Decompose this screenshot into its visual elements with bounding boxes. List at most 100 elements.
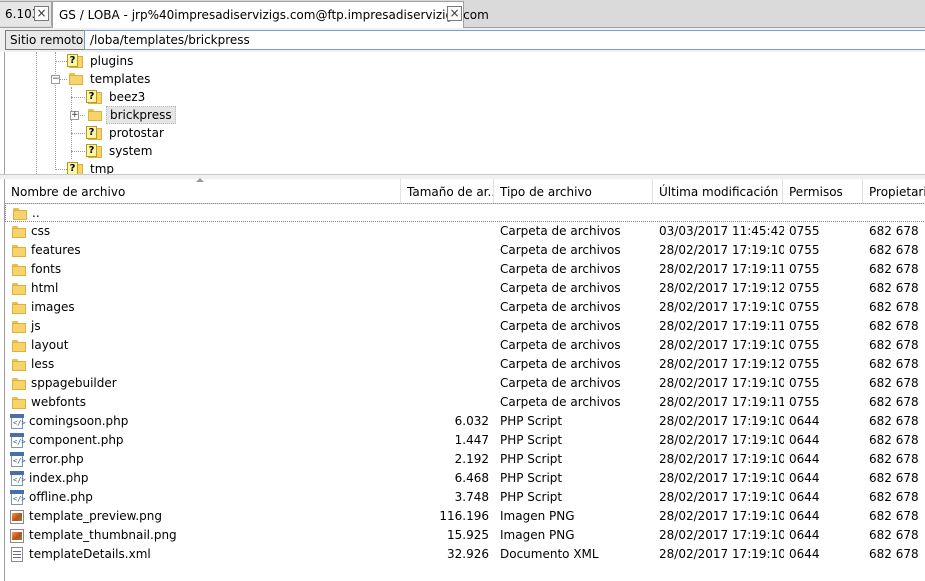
file-size <box>399 298 489 317</box>
file-row[interactable]: fonts Carpeta de archivos 28/02/2017 17:19… <box>5 260 925 279</box>
file-size: 2.192 <box>454 452 489 466</box>
file-owner: 682 678 <box>869 528 919 542</box>
file-modified: 28/02/2017 17:19:11 <box>659 262 784 276</box>
file-row[interactable]: template_thumbnail.png 15.925 Imagen PNG 28… <box>5 526 925 545</box>
tree-item-label: templates <box>90 72 151 86</box>
file-row[interactable]: less Carpeta de archivos 28/02/2017 17:19:… <box>5 355 925 374</box>
tab-site-2[interactable]: GS / LOBA - jrp%40impresadiservizigs.com… <box>52 1 489 28</box>
column-header-size[interactable]: Tamaño de ar... <box>401 179 494 203</box>
file-size <box>399 393 489 412</box>
file-name-label: templateDetails.xml <box>29 547 151 561</box>
file-name: </> component.php <box>9 431 399 450</box>
file-modified: 28/02/2017 17:19:10 <box>659 376 784 390</box>
file-name-label: template_thumbnail.png <box>29 528 177 542</box>
tree-guide-line <box>71 97 85 98</box>
file-name: js <box>9 317 399 336</box>
php-file-icon: </> <box>10 471 26 486</box>
file-type: Carpeta de archivos <box>500 376 621 390</box>
file-size: 6.468 <box>454 471 489 485</box>
xml-file-icon <box>10 547 24 562</box>
folder-icon <box>12 320 26 333</box>
folder-question-icon: ? <box>86 90 102 104</box>
file-row[interactable]: sppagebuilder Carpeta de archivos 28/02/20… <box>5 374 925 393</box>
expand-icon[interactable]: + <box>70 111 79 120</box>
file-owner: 682 678 <box>869 490 919 504</box>
file-row[interactable]: </> component.php 1.447 PHP Script 28/02/201… <box>5 431 925 450</box>
column-header-type[interactable]: Tipo de archivo <box>494 179 653 203</box>
file-row[interactable]: </> comingsoon.php 6.032 PHP Script 28/02/20… <box>5 412 925 431</box>
file-size <box>399 241 489 260</box>
column-header-permissions[interactable]: Permisos <box>783 179 863 203</box>
file-name-label: js <box>31 319 41 333</box>
tree-item-plugins[interactable]: ? plugins <box>67 52 136 70</box>
file-row[interactable]: html Carpeta de archivos 28/02/2017 17:19:… <box>5 279 925 298</box>
file-name-label: css <box>31 224 51 238</box>
file-modified: 28/02/2017 17:19:12 <box>659 357 784 371</box>
collapse-icon[interactable]: − <box>51 75 60 84</box>
tree-item-label: tmp <box>90 162 115 174</box>
file-row[interactable]: </> index.php 6.468 PHP Script 28/02/2017 17… <box>5 469 925 488</box>
file-type: Carpeta de archivos <box>500 224 621 238</box>
file-row[interactable]: templateDetails.xml 32.926 Documento XML 28… <box>5 545 925 564</box>
folder-icon <box>12 358 26 371</box>
file-size: 3.748 <box>454 490 489 504</box>
tree-guide-line <box>71 133 85 134</box>
file-name-label: offline.php <box>29 490 93 504</box>
file-type: Carpeta de archivos <box>500 338 621 352</box>
folder-question-icon: ? <box>86 144 102 158</box>
file-row[interactable]: </> offline.php 3.748 PHP Script 28/02/2017 … <box>5 488 925 507</box>
file-type: PHP Script <box>500 414 563 428</box>
file-row[interactable]: features Carpeta de archivos 28/02/2017 17… <box>5 241 925 260</box>
file-modified: 28/02/2017 17:19:10 <box>659 509 784 523</box>
tree-item-label: protostar <box>109 126 164 140</box>
file-name-label: sppagebuilder <box>31 376 117 390</box>
file-permissions: 0644 <box>789 471 820 485</box>
file-permissions: 0755 <box>789 395 820 409</box>
file-size: 32.926 <box>447 547 489 561</box>
file-row[interactable]: js Carpeta de archivos 28/02/2017 17:19:11… <box>5 317 925 336</box>
file-row[interactable]: css Carpeta de archivos 03/03/2017 11:45:4… <box>5 222 925 241</box>
column-header-owner[interactable]: Propietario/Gr... <box>863 179 925 203</box>
file-permissions <box>790 204 865 223</box>
file-name: sppagebuilder <box>9 374 399 393</box>
folder-icon <box>12 339 26 352</box>
tab-site-1[interactable]: 6.103 × <box>0 1 52 26</box>
tree-item-tmp[interactable]: ? tmp <box>67 160 117 174</box>
remote-path-input[interactable]: /loba/templates/brickpress <box>84 30 925 50</box>
file-owner: 682 678 <box>869 300 919 314</box>
tree-item-templates[interactable]: templates <box>67 70 153 88</box>
folder-icon <box>12 377 26 390</box>
file-size: 15.925 <box>447 528 489 542</box>
file-permissions: 0644 <box>789 509 820 523</box>
tree-item-system[interactable]: ? system <box>86 142 155 160</box>
file-row[interactable]: images Carpeta de archivos 28/02/2017 17:1… <box>5 298 925 317</box>
column-header-modified[interactable]: Última modificación <box>653 179 783 203</box>
file-permissions: 0644 <box>789 452 820 466</box>
tree-guide-line <box>36 52 37 174</box>
file-permissions: 0755 <box>789 376 820 390</box>
file-permissions: 0644 <box>789 490 820 504</box>
file-owner: 682 678 <box>869 395 919 409</box>
tree-item-label: beez3 <box>109 90 146 104</box>
file-row[interactable]: layout Carpeta de archivos 28/02/2017 17:1… <box>5 336 925 355</box>
file-owner: 682 678 <box>869 357 919 371</box>
file-row[interactable]: </> error.php 2.192 PHP Script 28/02/2017 17… <box>5 450 925 469</box>
file-name-label: less <box>31 357 55 371</box>
file-row[interactable]: .. <box>5 203 925 222</box>
column-header-name[interactable]: Nombre de archivo <box>5 179 401 203</box>
tree-item-beez3[interactable]: ? beez3 <box>86 88 148 106</box>
file-row[interactable]: template_preview.png 116.196 Imagen PNG 28/… <box>5 507 925 526</box>
file-row[interactable]: webfonts Carpeta de archivos 28/02/2017 17… <box>5 393 925 412</box>
file-name: </> index.php <box>9 469 399 488</box>
file-name-label: template_preview.png <box>29 509 163 523</box>
file-permissions: 0755 <box>789 338 820 352</box>
php-file-icon: </> <box>10 433 26 448</box>
tree-item-brickpress[interactable]: brickpress <box>86 106 176 124</box>
file-name-label: error.php <box>29 452 84 466</box>
file-type: Carpeta de archivos <box>500 243 621 257</box>
close-icon[interactable]: × <box>34 6 49 21</box>
file-name: layout <box>9 336 399 355</box>
tree-item-label: plugins <box>90 54 134 68</box>
tree-item-protostar[interactable]: ? protostar <box>86 124 167 142</box>
close-icon[interactable]: × <box>447 6 462 21</box>
